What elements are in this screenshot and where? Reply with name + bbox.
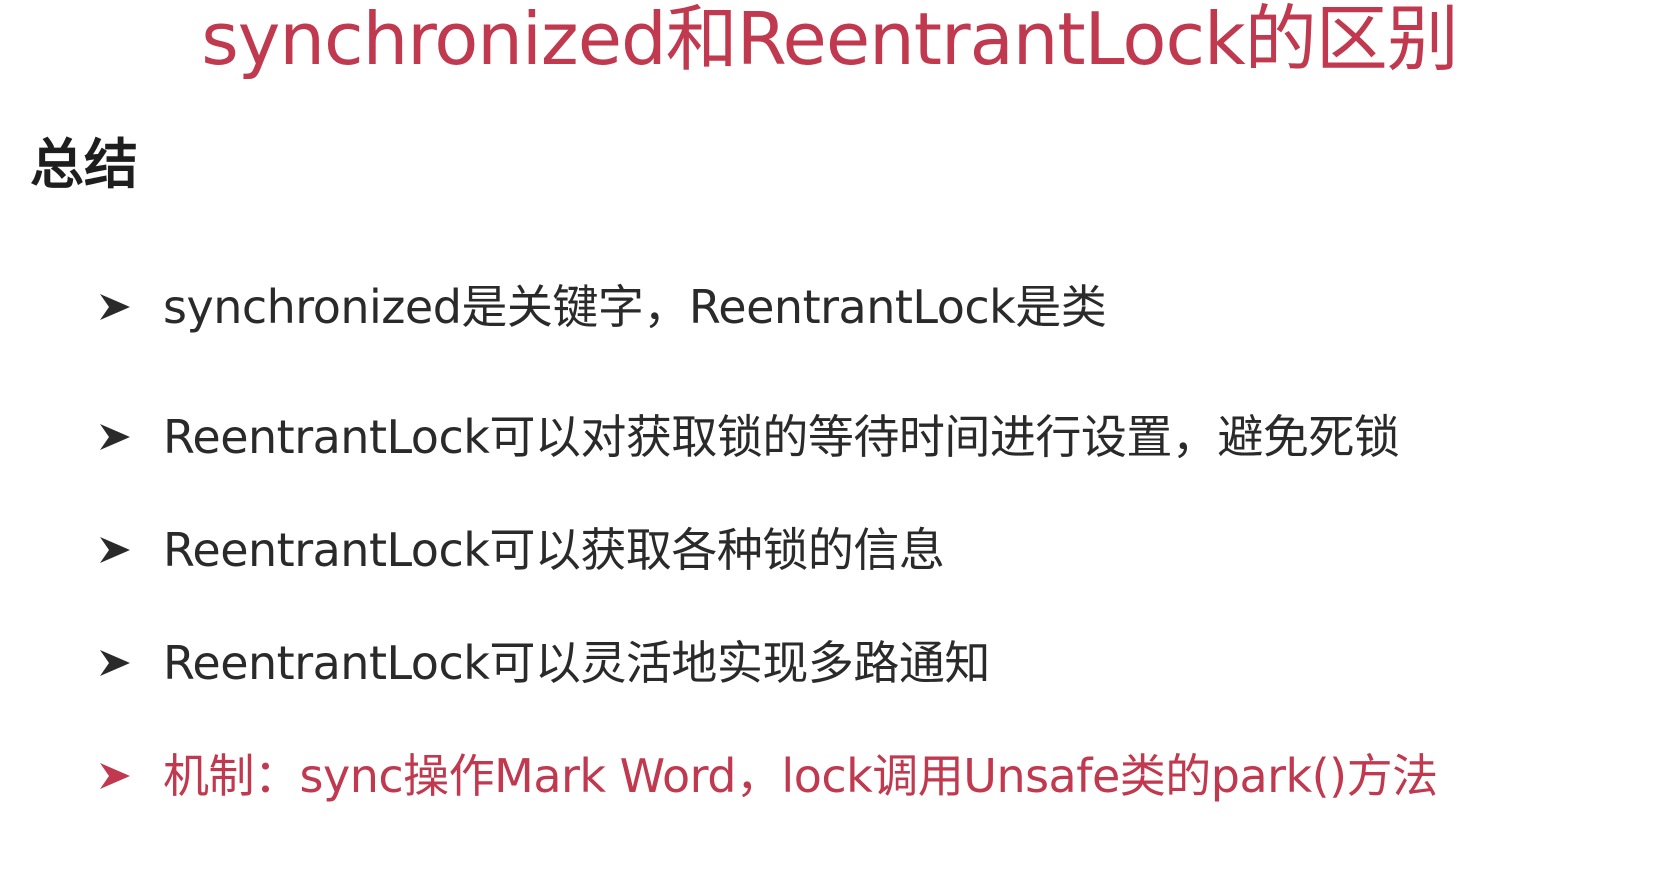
bullet-text: ReentrantLock可以获取各种锁的信息 — [163, 523, 945, 577]
bullet-text: ReentrantLock可以对获取锁的等待时间进行设置，避免死锁 — [163, 410, 1400, 464]
bullet-text: 机制：sync操作Mark Word，lock调用Unsafe类的park()方… — [163, 749, 1438, 803]
bullet-item-highlight: 机制：sync操作Mark Word，lock调用Unsafe类的park()方… — [95, 741, 1438, 811]
bullet-item: ReentrantLock可以对获取锁的等待时间进行设置，避免死锁 — [95, 402, 1400, 472]
bullet-text: synchronized是关键字，ReentrantLock是类 — [163, 280, 1107, 334]
bullet-item: ReentrantLock可以获取各种锁的信息 — [95, 515, 945, 585]
bullet-text: ReentrantLock可以灵活地实现多路通知 — [163, 636, 990, 690]
arrowhead-bullet-icon — [95, 417, 135, 457]
bullet-item: synchronized是关键字，ReentrantLock是类 — [95, 272, 1107, 342]
bullet-item: ReentrantLock可以灵活地实现多路通知 — [95, 628, 990, 698]
arrowhead-bullet-icon — [95, 643, 135, 683]
bullet-list: synchronized是关键字，ReentrantLock是类 Reentra… — [0, 0, 1659, 874]
arrowhead-bullet-icon — [95, 287, 135, 327]
slide: synchronized和ReentrantLock的区别 总结 synchro… — [0, 0, 1659, 874]
arrowhead-bullet-icon — [95, 530, 135, 570]
arrowhead-bullet-icon — [95, 756, 135, 796]
